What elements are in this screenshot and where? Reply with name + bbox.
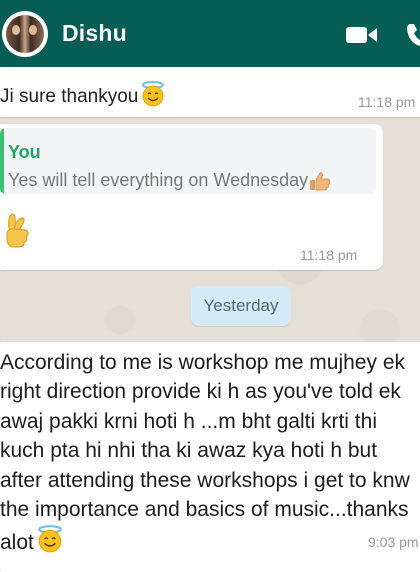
contact-avatar[interactable] xyxy=(2,11,48,57)
quote-text: Yes will tell everything on Wednesday xyxy=(8,170,331,191)
smiling-face-with-halo-icon xyxy=(38,525,62,553)
crossed-fingers-icon xyxy=(6,213,29,248)
message-bubble-with-reply[interactable]: You Yes will tell everything on Wednesda… xyxy=(0,124,383,270)
message-bubble[interactable]: According to me is workshop me mujhey ek… xyxy=(0,342,420,572)
thumbs-up-icon xyxy=(310,172,331,191)
quote-accent-bar xyxy=(0,128,4,194)
date-separator: Yesterday xyxy=(191,286,291,326)
message-bubble[interactable]: Ji sure thankyou 11:18 pm xyxy=(0,67,420,117)
chat-header: Dishu xyxy=(0,0,420,67)
contact-name[interactable]: Dishu xyxy=(62,20,127,47)
quoted-message[interactable]: You Yes will tell everything on Wednesda… xyxy=(0,128,376,194)
message-text: According to me is workshop me mujhey ek… xyxy=(0,351,410,555)
smiling-face-with-halo-icon xyxy=(142,81,165,107)
message-time: 11:18 pm xyxy=(300,247,358,263)
quote-author: You xyxy=(8,142,41,162)
video-camera-icon[interactable] xyxy=(346,26,378,44)
message-text: Ji sure thankyou xyxy=(0,81,167,108)
message-time: 9:03 pm xyxy=(368,534,419,550)
phone-icon[interactable] xyxy=(406,22,420,46)
message-time: 11:18 pm xyxy=(358,94,416,110)
